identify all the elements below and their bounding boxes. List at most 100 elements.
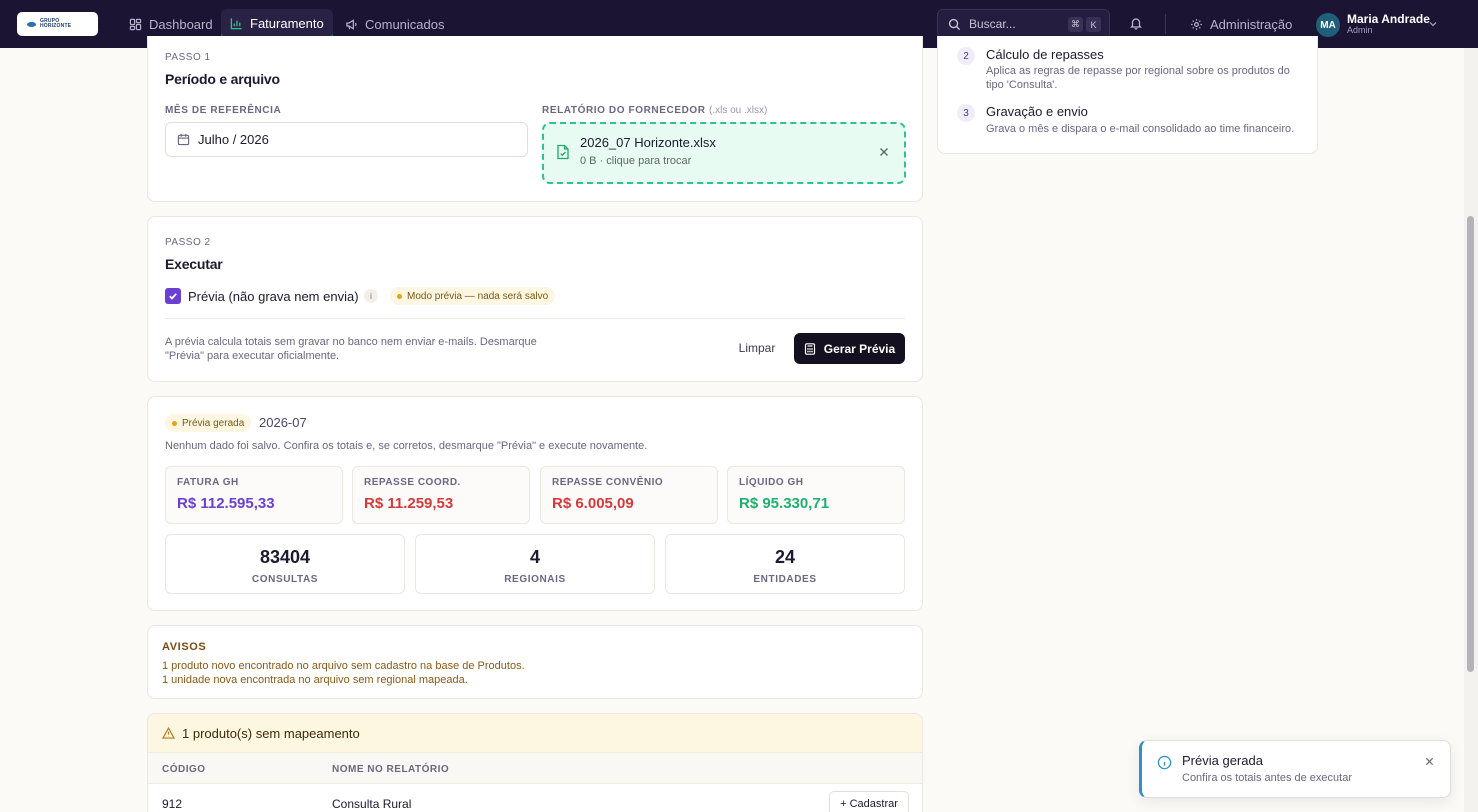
search-box[interactable]: Buscar... ⌘ K <box>937 9 1110 39</box>
report-label: RELATÓRIO DO FORNECEDOR (.xls ou .xlsx) <box>542 105 767 116</box>
step2-card: PASSO 2 Executar Prévia (não grava nem e… <box>147 216 923 382</box>
warning-item: 1 produto novo encontrado no arquivo sem… <box>162 660 525 672</box>
dashboard-icon <box>129 18 142 30</box>
count-value: 83404 <box>259 547 311 567</box>
calendar-icon <box>177 133 190 146</box>
nav-administracao[interactable]: Administração <box>1190 9 1292 39</box>
count-label: ENTIDADES <box>753 574 817 585</box>
status-dot-icon <box>397 293 402 299</box>
metric-label: FATURA GH <box>177 477 239 488</box>
calculator-icon <box>804 342 815 355</box>
divider <box>165 318 905 319</box>
nav-comunicados-label: Comunicados <box>365 16 445 32</box>
file-dropzone[interactable]: 2026_07 Horizonte.xlsx 0 B · clique para… <box>542 122 906 184</box>
avatar[interactable]: MA <box>1316 13 1340 37</box>
result-card: Prévia gerada 2026-07 Nenhum dado foi sa… <box>147 396 923 611</box>
result-period: 2026-07 <box>259 415 307 430</box>
unmapped-title: 1 produto(s) sem mapeamento <box>182 726 360 741</box>
info-circle-icon <box>1157 755 1172 770</box>
status-dot-icon <box>172 420 177 426</box>
step-number: 2 <box>957 47 975 65</box>
report-label-hint: (.xls ou .xlsx) <box>709 105 768 116</box>
metric-label: LÍQUIDO GH <box>739 477 804 488</box>
steps-panel: 2 Cálculo de repasses Aplica as regras d… <box>937 36 1318 154</box>
step-number: 3 <box>957 104 975 122</box>
preview-help-line-2: "Prévia" para executar oficialmente. <box>165 350 340 362</box>
count-value: 4 <box>529 547 540 567</box>
scrollbar-thumb[interactable] <box>1467 216 1474 672</box>
k-key: K <box>1086 17 1101 32</box>
metric-repasse-convenio: REPASSE CONVÊNIO R$ 6.005,09 <box>540 466 718 524</box>
col-code: CÓDIGO <box>162 764 206 775</box>
close-icon[interactable] <box>1425 757 1434 766</box>
nav-faturamento[interactable]: Faturamento <box>221 9 333 39</box>
bell-icon[interactable] <box>1129 16 1143 30</box>
toast-message: Confira os totais antes de executar <box>1182 772 1352 784</box>
logo-mark-icon <box>27 21 36 27</box>
preview-label[interactable]: Prévia (não grava nem envia) <box>188 289 359 304</box>
user-name[interactable]: Maria Andrade <box>1347 12 1430 26</box>
close-icon[interactable] <box>879 147 889 157</box>
warnings-title: AVISOS <box>162 641 207 653</box>
step-description-line: Aplica as regras de repasse por regional… <box>986 65 1290 77</box>
row-name: Consulta Rural <box>332 797 412 811</box>
table-header: CÓDIGO NOME NO RELATÓRIO <box>148 752 922 784</box>
col-name: NOME NO RELATÓRIO <box>332 764 450 775</box>
preview-checkbox[interactable] <box>165 288 181 304</box>
result-note: Nenhum dado foi salvo. Confira os totais… <box>165 440 648 452</box>
step-description: Grava o mês e dispara o e-mail consolida… <box>986 123 1295 135</box>
nav-administracao-label: Administração <box>1210 16 1293 32</box>
step-description-line: tipo 'Consulta'. <box>986 79 1058 91</box>
clear-button[interactable]: Limpar <box>730 333 784 363</box>
warnings-list: 1 produto novo encontrado no arquivo sem… <box>162 659 525 687</box>
row-code: 912 <box>162 797 183 811</box>
search-icon <box>948 18 961 30</box>
search-shortcut: ⌘ K <box>1068 17 1101 32</box>
logo-line-2: HORIZONTE <box>40 23 72 29</box>
file-meta: 0 B · clique para trocar <box>580 155 692 167</box>
check-icon <box>169 293 177 300</box>
nav-comunicados[interactable]: Comunicados <box>336 9 454 39</box>
chevron-down-icon[interactable] <box>1428 19 1438 29</box>
preview-generated-text: Prévia gerada <box>182 417 245 429</box>
count-consultas: 83404 CONSULTAS <box>165 534 405 594</box>
preview-mode-text: Modo prévia — nada será salvo <box>407 290 549 302</box>
metric-repasse-coord: REPASSE COORD. R$ 11.259,53 <box>352 466 530 524</box>
generate-preview-label: Gerar Prévia <box>823 341 896 356</box>
metric-fatura-gh: FATURA GH R$ 112.595,33 <box>165 466 343 524</box>
step-title: Gravação e envio <box>986 104 1088 119</box>
navbar-divider <box>1165 14 1166 34</box>
megaphone-icon <box>346 18 357 30</box>
metric-liquido-gh: LÍQUIDO GH R$ 95.330,71 <box>727 466 905 524</box>
month-field[interactable]: Julho / 2026 <box>165 122 528 157</box>
chart-icon <box>230 17 242 29</box>
warning-triangle-icon <box>162 727 175 739</box>
month-label: MÊS DE REFERÊNCIA <box>165 105 282 116</box>
preview-generated-badge: Prévia gerada <box>165 414 252 432</box>
nav-faturamento-label: Faturamento <box>250 15 324 31</box>
count-entidades: 24 ENTIDADES <box>665 534 905 594</box>
metric-label: REPASSE COORD. <box>364 477 461 488</box>
preview-help: A prévia calcula totais sem gravar no ba… <box>165 335 537 363</box>
metric-value: R$ 112.595,33 <box>177 495 275 512</box>
command-key: ⌘ <box>1068 17 1083 32</box>
step-title: Cálculo de repasses <box>986 47 1104 62</box>
unmapped-card: 1 produto(s) sem mapeamento CÓDIGO NOME … <box>147 713 923 812</box>
metric-value: R$ 95.330,71 <box>739 495 830 512</box>
step-description: Aplica as regras de repasse por regional… <box>986 64 1290 92</box>
generate-preview-button[interactable]: Gerar Prévia <box>794 333 905 364</box>
info-icon[interactable]: i <box>364 289 378 303</box>
preview-help-line-1: A prévia calcula totais sem gravar no ba… <box>165 336 537 348</box>
file-name: 2026_07 Horizonte.xlsx <box>580 135 716 150</box>
search-placeholder: Buscar... <box>969 17 1016 31</box>
gear-icon <box>1191 18 1202 30</box>
user-role: Admin <box>1347 25 1373 35</box>
register-button[interactable]: + Cadastrar <box>829 791 909 812</box>
count-regionais: 4 REGIONAIS <box>415 534 655 594</box>
preview-mode-pill: Modo prévia — nada será salvo <box>390 287 556 305</box>
company-logo[interactable]: GRUPO HORIZONTE <box>17 12 98 36</box>
toast-title: Prévia gerada <box>1182 753 1263 768</box>
count-label: REGIONAIS <box>504 574 566 585</box>
nav-dashboard-label: Dashboard <box>149 16 213 32</box>
nav-dashboard[interactable]: Dashboard <box>120 9 222 39</box>
